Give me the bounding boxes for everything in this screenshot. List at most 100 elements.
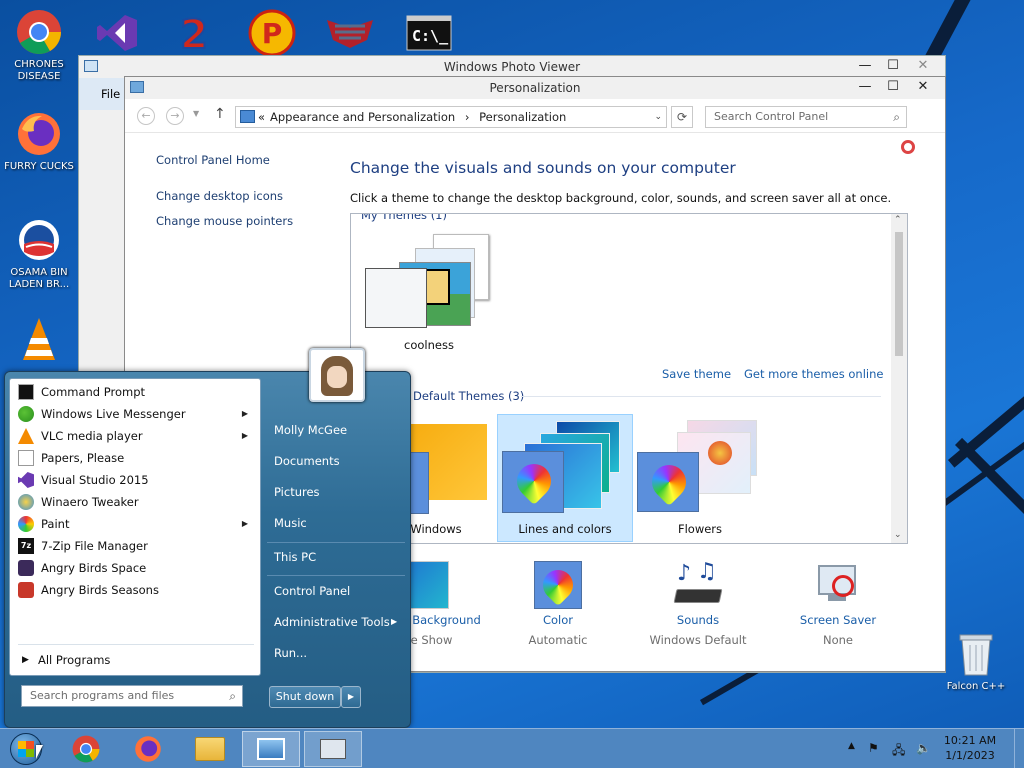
minimize-button[interactable]: — bbox=[851, 77, 879, 97]
pictures-link[interactable]: Pictures bbox=[274, 485, 320, 499]
control-panel-icon bbox=[320, 739, 346, 759]
change-mouse-pointers-link[interactable]: Change mouse pointers bbox=[156, 214, 293, 228]
action-center-flag-icon[interactable]: ⚑ bbox=[868, 741, 879, 755]
network-icon[interactable]: 🖧 bbox=[892, 741, 905, 762]
search-control-panel-input[interactable]: Search Control Panel ⌕ bbox=[705, 106, 907, 128]
address-bar[interactable]: « Appearance and Personalization › Perso… bbox=[235, 106, 667, 128]
photo-viewer-titlebar[interactable]: Windows Photo Viewer — ☐ ✕ bbox=[79, 56, 945, 78]
start-item-paint[interactable]: Paint ▶ bbox=[16, 513, 254, 535]
taskbar-photo-viewer[interactable] bbox=[242, 731, 300, 767]
breadcrumb-separator[interactable]: › bbox=[465, 110, 470, 124]
start-item-command-prompt[interactable]: Command Prompt bbox=[16, 381, 254, 403]
get-more-themes-link[interactable]: Get more themes online bbox=[744, 367, 883, 381]
emblem-icon[interactable] bbox=[324, 8, 376, 58]
desktop-icon-chrome[interactable]: CHRONES DISEASE bbox=[1, 8, 77, 83]
command-prompt-icon[interactable]: C:\_ bbox=[403, 8, 455, 58]
color-option[interactable]: Color Automatic bbox=[498, 561, 618, 647]
svg-text:2: 2 bbox=[180, 12, 208, 56]
themes-scrollbar[interactable]: ⌃ ⌄ bbox=[891, 214, 907, 543]
taskbar-control-panel[interactable] bbox=[304, 731, 362, 767]
scrollbar-thumb[interactable] bbox=[895, 232, 903, 356]
run-link[interactable]: Run... bbox=[274, 646, 307, 660]
back-button[interactable]: ← bbox=[137, 107, 155, 125]
recent-dropdown-icon[interactable]: ▼ bbox=[193, 109, 199, 118]
documents-link[interactable]: Documents bbox=[274, 454, 340, 468]
start-search-placeholder: Search programs and files bbox=[30, 689, 175, 702]
taskbar-chrome[interactable] bbox=[62, 731, 110, 767]
maximize-button[interactable]: ☐ bbox=[879, 56, 907, 76]
user-name-link[interactable]: Molly McGee bbox=[274, 423, 347, 437]
show-desktop-button[interactable] bbox=[1014, 729, 1024, 768]
save-theme-link[interactable]: Save theme bbox=[662, 367, 731, 381]
theme-flowers-label: Flowers bbox=[677, 522, 723, 536]
control-panel-link[interactable]: Control Panel bbox=[274, 584, 350, 598]
shutdown-button[interactable]: Shut down bbox=[269, 686, 341, 708]
start-item-angry-birds-seasons[interactable]: Angry Birds Seasons bbox=[16, 579, 254, 601]
user-avatar[interactable] bbox=[309, 348, 365, 402]
breadcrumb-current[interactable]: Personalization bbox=[479, 110, 566, 124]
start-item-visual-studio[interactable]: Visual Studio 2015 bbox=[16, 469, 254, 491]
minimize-button[interactable]: — bbox=[851, 56, 879, 76]
start-item-papers-please[interactable]: Papers, Please bbox=[16, 447, 254, 469]
start-search-input[interactable]: Search programs and files ⌕ bbox=[21, 685, 243, 707]
sounds-option[interactable]: ♪ ♫ Sounds Windows Default bbox=[638, 559, 758, 647]
address-dropdown-icon[interactable]: ⌄ bbox=[654, 107, 662, 127]
up-button[interactable]: ↑ bbox=[214, 106, 226, 122]
shutdown-options-button[interactable]: ▶ bbox=[341, 686, 361, 708]
theme-coolness[interactable] bbox=[365, 232, 489, 352]
paint-icon bbox=[18, 516, 34, 532]
start-item-windows-live-messenger[interactable]: Windows Live Messenger ▶ bbox=[16, 403, 254, 425]
personalization-titlebar[interactable]: Personalization — ☐ ✕ bbox=[125, 77, 945, 99]
screen-saver-option[interactable]: Screen Saver None bbox=[778, 561, 898, 647]
administrative-tools-link[interactable]: Administrative Tools bbox=[274, 615, 390, 629]
color-palette-icon bbox=[534, 561, 582, 609]
desktop-icon-vlc[interactable] bbox=[1, 316, 77, 367]
all-programs-button[interactable]: ▶ All Programs bbox=[16, 649, 254, 671]
screen-saver-icon bbox=[814, 561, 862, 609]
svg-text:P: P bbox=[262, 17, 283, 50]
submenu-arrow-icon: ▶ bbox=[241, 431, 248, 440]
change-desktop-icons-link[interactable]: Change desktop icons bbox=[156, 189, 283, 203]
desktop-icon-recycle-bin[interactable]: Falcon C++ bbox=[938, 630, 1014, 693]
close-button[interactable]: ✕ bbox=[907, 56, 939, 76]
start-item-winaero-tweaker[interactable]: Winaero Tweaker bbox=[16, 491, 254, 513]
sounds-sub: Windows Default bbox=[649, 633, 747, 647]
close-button[interactable]: ✕ bbox=[907, 77, 939, 97]
file-menu[interactable]: File bbox=[101, 87, 120, 101]
chrome-icon bbox=[72, 735, 100, 763]
visual-studio-icon[interactable] bbox=[91, 8, 143, 58]
taskbar-file-explorer[interactable] bbox=[186, 731, 234, 767]
number-2-icon[interactable]: 2 bbox=[168, 8, 220, 58]
photo-viewer-app-icon bbox=[84, 60, 98, 72]
theme-coolness-label: coolness bbox=[404, 338, 454, 352]
default-themes-header: Default Themes (3) bbox=[413, 389, 525, 403]
maximize-button[interactable]: ☐ bbox=[879, 77, 907, 97]
breadcrumb-prefix: « bbox=[258, 110, 266, 124]
taskbar-firefox[interactable] bbox=[124, 731, 172, 767]
breadcrumb-parent[interactable]: Appearance and Personalization bbox=[270, 110, 455, 124]
desktop-icon-campaign[interactable]: OSAMA BIN LADEN BR... bbox=[1, 216, 77, 291]
refresh-button[interactable]: ⟳ bbox=[671, 106, 693, 128]
theme-flowers[interactable] bbox=[637, 414, 773, 534]
start-item-vlc[interactable]: VLC media player ▶ bbox=[16, 425, 254, 447]
start-menu: Command Prompt Windows Live Messenger ▶ V… bbox=[4, 348, 411, 728]
programs-divider bbox=[18, 644, 254, 645]
forward-button[interactable]: → bbox=[166, 107, 184, 125]
screen-saver-label: Screen Saver bbox=[799, 613, 877, 627]
volume-icon[interactable]: 🔈 bbox=[916, 741, 931, 755]
start-item-7zip[interactable]: 7z 7-Zip File Manager bbox=[16, 535, 254, 557]
start-item-angry-birds-space[interactable]: Angry Birds Space bbox=[16, 557, 254, 579]
help-lifebuoy-icon[interactable] bbox=[901, 140, 915, 154]
start-right-divider bbox=[267, 542, 405, 543]
scroll-down-arrow-icon[interactable]: ⌄ bbox=[894, 530, 902, 540]
photo-viewer-icon bbox=[257, 738, 285, 760]
desktop-icon-firefox[interactable]: FURRY CUCKS bbox=[1, 110, 77, 173]
music-link[interactable]: Music bbox=[274, 516, 307, 530]
p-logo-icon[interactable]: P bbox=[246, 8, 298, 58]
scroll-up-arrow-icon[interactable]: ⌃ bbox=[894, 215, 902, 225]
this-pc-link[interactable]: This PC bbox=[274, 550, 316, 564]
photo-viewer-title: Windows Photo Viewer bbox=[443, 60, 581, 74]
show-hidden-icons-button[interactable]: ▲ bbox=[848, 741, 855, 751]
clock[interactable]: 10:21 AM 1/1/2023 bbox=[940, 733, 1000, 763]
control-panel-home-link[interactable]: Control Panel Home bbox=[156, 153, 270, 167]
